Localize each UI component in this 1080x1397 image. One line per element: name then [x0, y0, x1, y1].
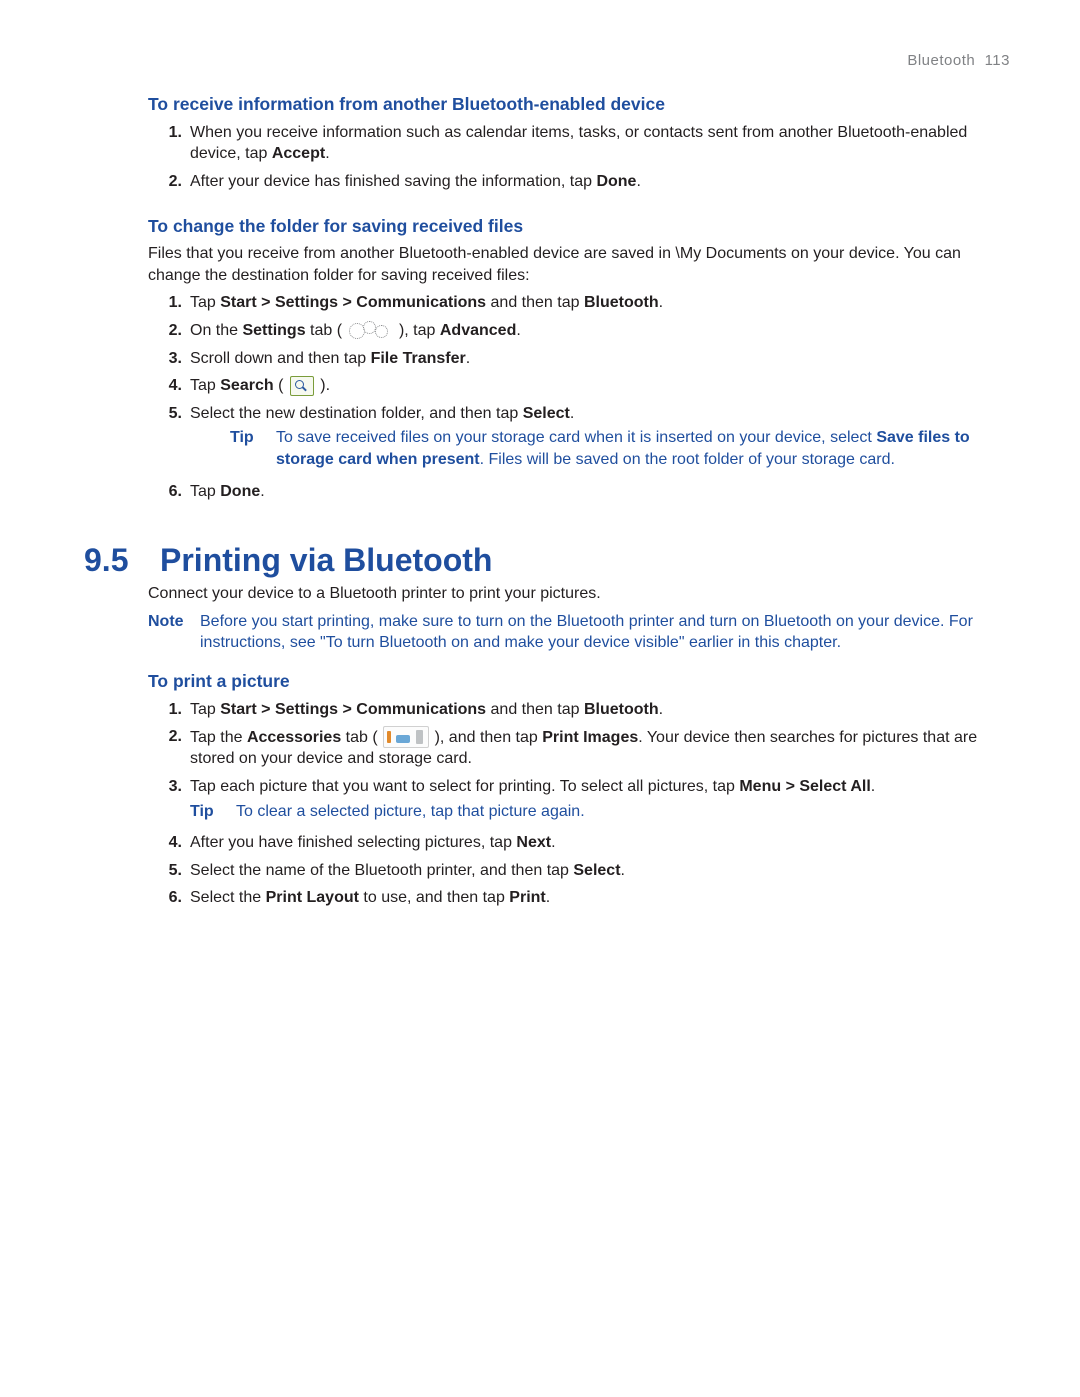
list-item: 4. After you have finished selecting pic… [148, 832, 1010, 860]
steps-receive-info: 1. When you receive information such as … [148, 122, 1010, 199]
list-item: 4. Tap Search ( ). [148, 375, 1010, 403]
step-number: 4. [148, 832, 182, 854]
section-heading-printing: 9.5 Printing via Bluetooth [84, 542, 1010, 579]
list-item: 1. When you receive information such as … [148, 122, 1010, 171]
step-number: 3. [148, 776, 182, 798]
step-text: Tap the Accessories tab ( ), and then ta… [190, 729, 977, 768]
document-page: Bluetooth 113 To receive information fro… [0, 0, 1080, 1397]
step-number: 2. [148, 726, 182, 748]
step-text: Tap Done. [190, 483, 265, 500]
steps-print-picture: 1. Tap Start > Settings > Communications… [148, 699, 1010, 915]
list-item: 2. Tap the Accessories tab ( ), and then… [148, 726, 1010, 776]
chapter-name: Bluetooth [907, 52, 975, 69]
step-text: Tap each picture that you want to select… [190, 778, 875, 795]
step-number: 5. [148, 403, 182, 425]
section-number: 9.5 [84, 542, 144, 579]
step-text: Select the new destination folder, and t… [190, 405, 574, 422]
accessories-tab-icon [383, 726, 429, 748]
step-number: 1. [148, 699, 182, 721]
search-icon [290, 376, 314, 396]
step-text: When you receive information such as cal… [190, 124, 967, 163]
list-item: 5. Select the new destination folder, an… [148, 403, 1010, 481]
note-label: Note [148, 611, 200, 654]
subheading-receive-info: To receive information from another Blue… [148, 93, 1010, 116]
tip-label: Tip [230, 427, 276, 470]
note-body: Before you start printing, make sure to … [200, 611, 1010, 654]
list-item: 1. Tap Start > Settings > Communications… [148, 699, 1010, 727]
step-text: Tap Search ( ). [190, 377, 330, 394]
note-row: Note Before you start printing, make sur… [148, 611, 1010, 654]
step-number: 2. [148, 171, 182, 193]
step-number: 2. [148, 320, 182, 342]
step-number: 1. [148, 292, 182, 314]
subheading-print-picture: To print a picture [148, 670, 1010, 693]
step-number: 3. [148, 348, 182, 370]
step-number: 4. [148, 375, 182, 397]
section-title-text: Printing via Bluetooth [160, 542, 492, 579]
settings-tab-icon [349, 321, 393, 341]
tip-label: Tip [190, 801, 236, 823]
step-text: Select the Print Layout to use, and then… [190, 889, 550, 906]
steps-change-folder: 1. Tap Start > Settings > Communications… [148, 292, 1010, 508]
page-header: Bluetooth 113 [84, 52, 1010, 69]
tip-body: To save received files on your storage c… [276, 427, 1010, 470]
intro-text: Connect your device to a Bluetooth print… [148, 583, 1010, 605]
step-text: On the Settings tab ( ), tap Advanced. [190, 322, 521, 339]
tip-row: Tip To save received files on your stora… [190, 427, 1010, 470]
list-item: 1. Tap Start > Settings > Communications… [148, 292, 1010, 320]
step-text: After you have finished selecting pictur… [190, 834, 556, 851]
step-number: 6. [148, 481, 182, 503]
step-text: Tap Start > Settings > Communications an… [190, 294, 663, 311]
list-item: 3. Tap each picture that you want to sel… [148, 776, 1010, 832]
intro-text: Files that you receive from another Blue… [148, 243, 1010, 286]
list-item: 6. Tap Done. [148, 481, 1010, 509]
page-number: 113 [985, 52, 1010, 69]
list-item: 2. On the Settings tab ( ), tap Advanced… [148, 320, 1010, 348]
step-text: Tap Start > Settings > Communications an… [190, 701, 663, 718]
step-text: Scroll down and then tap File Transfer. [190, 350, 470, 367]
subheading-change-folder: To change the folder for saving received… [148, 215, 1010, 238]
step-number: 6. [148, 887, 182, 909]
list-item: 3. Scroll down and then tap File Transfe… [148, 348, 1010, 376]
tip-row: Tip To clear a selected picture, tap tha… [190, 801, 1010, 823]
step-text: Select the name of the Bluetooth printer… [190, 862, 625, 879]
tip-body: To clear a selected picture, tap that pi… [236, 801, 1010, 823]
list-item: 5. Select the name of the Bluetooth prin… [148, 860, 1010, 888]
step-number: 5. [148, 860, 182, 882]
step-text: After your device has finished saving th… [190, 173, 641, 190]
step-number: 1. [148, 122, 182, 144]
list-item: 6. Select the Print Layout to use, and t… [148, 887, 1010, 915]
list-item: 2. After your device has finished saving… [148, 171, 1010, 199]
